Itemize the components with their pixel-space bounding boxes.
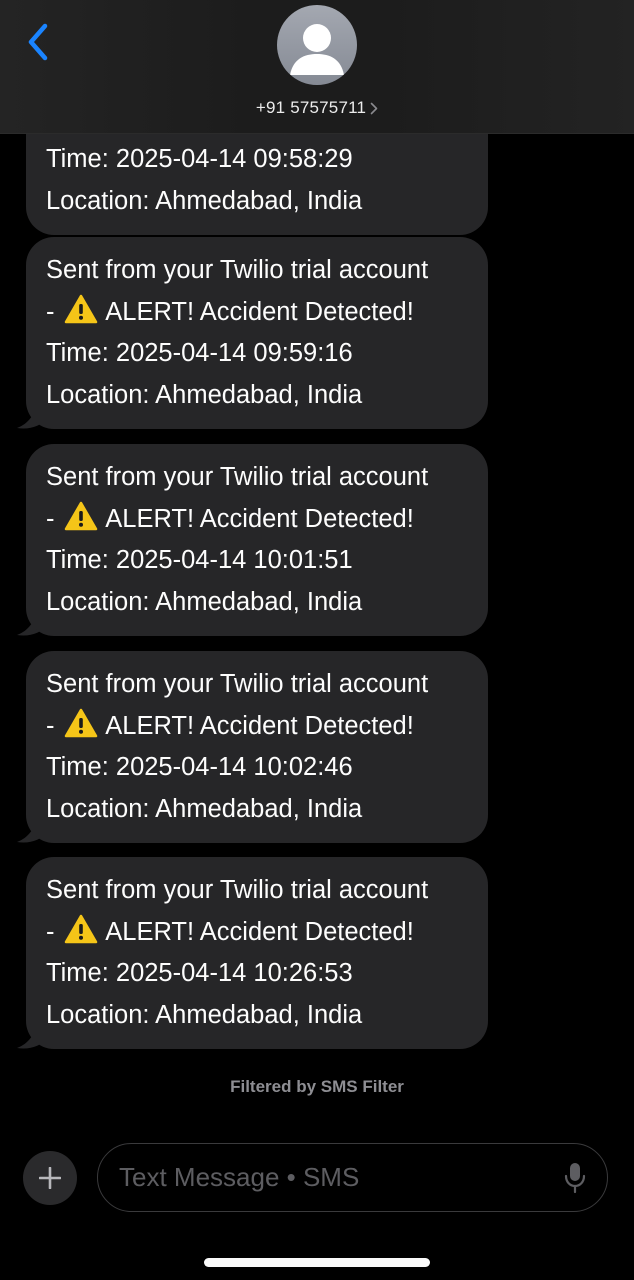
messages-screen: +91 57575711 Time: 2025-04-14 09:58:29 L… (0, 0, 634, 1280)
warning-icon (64, 501, 97, 530)
contact-details-link[interactable]: +91 57575711 (0, 96, 634, 120)
dictation-button[interactable] (563, 1162, 587, 1194)
message-alert: - ALERT! Accident Detected! (46, 292, 468, 334)
message-time: Time: 2025-04-14 09:58:29 (46, 145, 353, 173)
message-location: Location: Ahmedabad, India (46, 587, 363, 616)
message-location: Location: Ahmedabad, India (46, 186, 363, 215)
warning-icon (64, 914, 97, 943)
add-attachment-button[interactable] (23, 1151, 77, 1205)
message-location: Location: Ahmedabad, India (46, 380, 363, 409)
warning-icon (64, 708, 97, 737)
back-button[interactable] (20, 22, 56, 62)
conversation-header: +91 57575711 (0, 0, 634, 134)
microphone-icon (564, 1163, 586, 1194)
message-input-container (97, 1143, 608, 1212)
message-time: Time: 2025-04-14 09:59:16 (46, 339, 353, 367)
plus-icon (39, 1167, 61, 1189)
message-location: Location: Ahmedabad, India (46, 1000, 363, 1029)
message-source: Sent from your Twilio trial account (46, 463, 429, 491)
message-bubble[interactable]: Sent from your Twilio trial account - AL… (26, 651, 488, 843)
message-time: Time: 2025-04-14 10:02:46 (46, 753, 353, 781)
message-source: Sent from your Twilio trial account (46, 670, 429, 698)
message-time: Time: 2025-04-14 10:01:51 (46, 546, 353, 574)
message-bubble[interactable]: Sent from your Twilio trial account - AL… (26, 857, 488, 1049)
message-input[interactable] (119, 1162, 539, 1193)
chevron-right-icon (370, 102, 378, 114)
message-source: Sent from your Twilio trial account (46, 876, 429, 904)
message-alert: - ALERT! Accident Detected! (46, 912, 468, 954)
message-bubble[interactable]: Sent from your Twilio trial account - AL… (26, 237, 488, 429)
message-time: Time: 2025-04-14 10:26:53 (46, 959, 353, 987)
message-alert: - ALERT! Accident Detected! (46, 706, 468, 748)
contact-number: +91 57575711 (255, 98, 367, 117)
contact-avatar[interactable] (277, 5, 357, 85)
sms-filter-note: Filtered by SMS Filter (230, 1077, 404, 1096)
message-location: Location: Ahmedabad, India (46, 794, 363, 823)
home-indicator[interactable] (204, 1258, 430, 1267)
message-bubble[interactable]: Sent from your Twilio trial account - AL… (26, 444, 488, 636)
chevron-left-icon (28, 23, 48, 61)
message-alert: - ALERT! Accident Detected! (46, 499, 468, 541)
person-icon (290, 24, 344, 75)
message-source: Sent from your Twilio trial account (46, 256, 429, 284)
warning-icon (64, 294, 97, 323)
